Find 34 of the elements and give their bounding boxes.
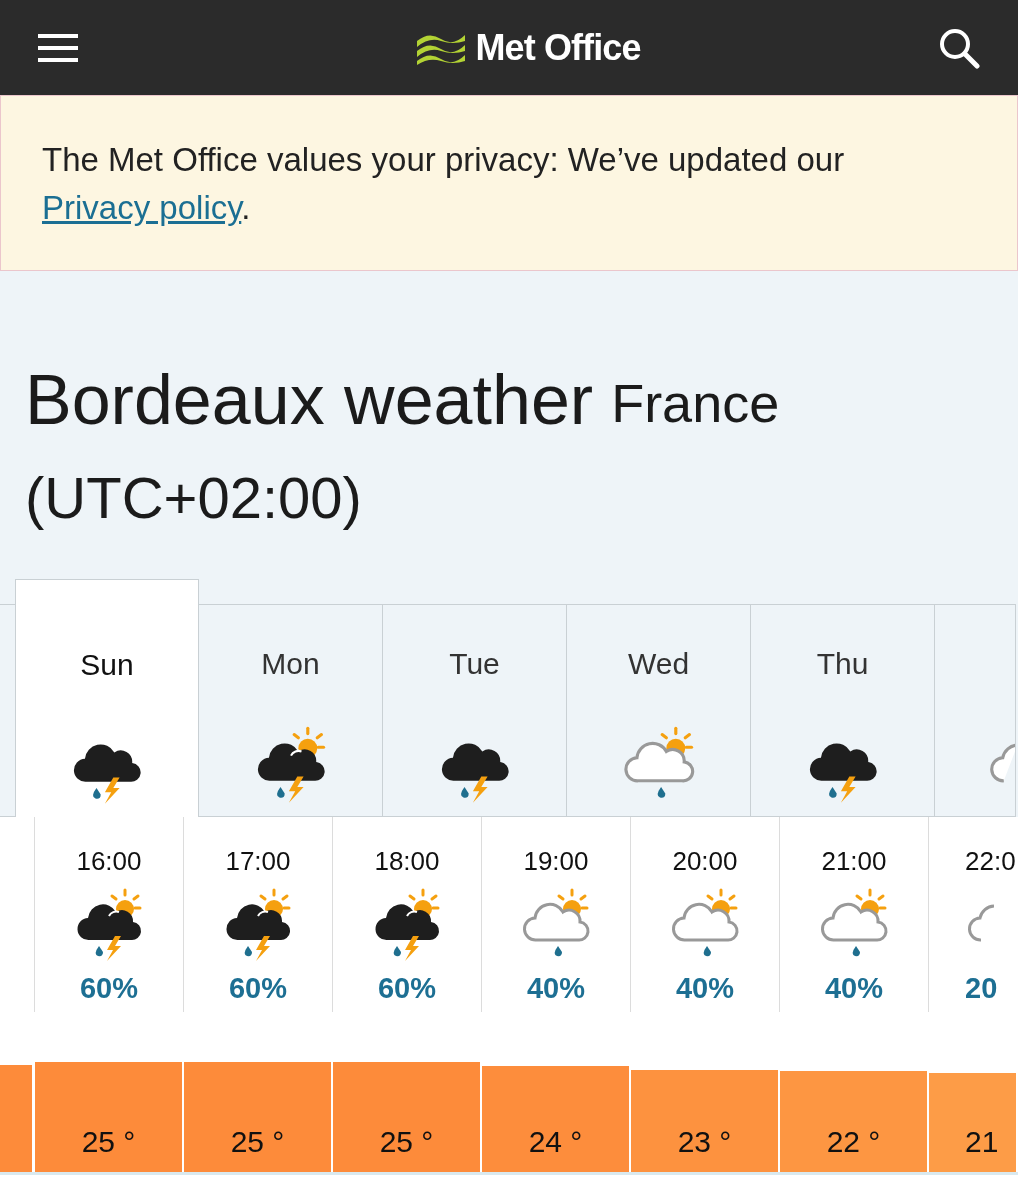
temperature-label: 23 ° [677,1124,732,1160]
privacy-message: The Met Office values your privacy: We’ve updated our Privacy policy. [42,140,846,228]
logo-text[interactable]: Met Office [475,20,641,75]
rain-chance: 60% [377,971,436,1006]
temperature-label: 24 ° [528,1124,583,1160]
rain-chance: 40% [824,971,883,1006]
rain-chance: 60% [79,971,138,1006]
rain-chance: 40% [675,971,734,1006]
day-tab[interactable]: Tue [383,604,567,817]
day-tab[interactable]: Thu [751,604,935,817]
hour-label: 17:00 [225,845,291,878]
temperature-label: 25 ° [81,1124,136,1160]
temperature-label: 22 ° [826,1124,881,1160]
hour-label: 19:00 [523,845,589,878]
hour-label: 20:00 [672,845,738,878]
hour-label: 16:00 [76,845,142,878]
temperature-label: 21 [965,1124,999,1160]
day-tab[interactable]: Wed [567,604,751,817]
rain-chance: 40% [526,971,585,1006]
menu-icon[interactable] [38,31,78,64]
hour-label: 21:00 [821,845,887,878]
hour-label: 22:0 [965,845,1016,878]
search-icon[interactable] [938,26,980,69]
temperature-label: 25 ° [230,1124,285,1160]
timezone-label: (UTC+02:00) [25,464,362,532]
hour-label: 18:00 [374,845,440,878]
temperature-label: 25 ° [379,1124,434,1160]
rain-chance: 60% [228,971,287,1006]
page-title: Bordeaux weather [25,360,594,440]
day-tab[interactable]: Mon [199,604,383,817]
privacy-policy-link[interactable]: Privacy policy [42,189,242,226]
rain-chance: 20 [965,971,998,1006]
day-tab[interactable]: Sun [15,579,199,817]
country-label: France [611,372,780,435]
